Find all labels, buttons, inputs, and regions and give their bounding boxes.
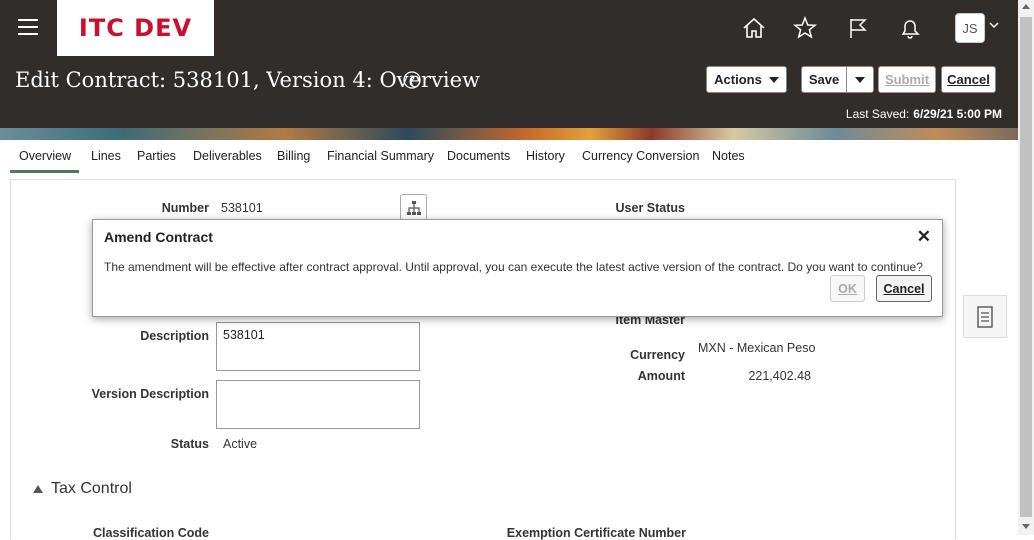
help-icon[interactable]: ? (403, 71, 421, 89)
app-header: ITC DEV JS Edit Contract: 538101, Versio… (0, 0, 1018, 128)
status-value: Active (223, 437, 258, 451)
hierarchy-button[interactable] (400, 194, 427, 221)
menu-hamburger-icon[interactable] (18, 19, 38, 37)
amount-label: Amount (637, 369, 685, 383)
tab-history[interactable]: History (526, 149, 565, 163)
dialog-cancel-button[interactable]: Cancel (876, 275, 932, 302)
tab-financial-summary[interactable]: Financial Summary (327, 149, 434, 163)
ok-label: OK (838, 281, 857, 296)
actions-label: Actions (714, 72, 762, 87)
logo-text: ITC DEV (78, 14, 193, 42)
caret-down-icon (855, 76, 865, 83)
status-label: Status (170, 437, 209, 451)
currency-value: MXN - Mexican Peso (698, 341, 816, 355)
favorites-star-icon[interactable] (792, 15, 818, 41)
currency-label: Currency (630, 348, 685, 362)
decorative-banner (0, 128, 1018, 140)
vertical-scrollbar[interactable] (1018, 0, 1034, 535)
tax-control-section-header[interactable]: Tax Control (33, 480, 132, 498)
tab-documents[interactable]: Documents (447, 149, 510, 163)
tab-overview[interactable]: Overview (10, 149, 80, 173)
cancel-label: Cancel (947, 72, 990, 87)
ok-button[interactable]: OK (830, 275, 865, 302)
side-panel-toggle[interactable] (963, 295, 1007, 338)
user-initials: JS (962, 20, 978, 36)
version-description-field[interactable] (216, 380, 420, 429)
dialog-title: Amend Contract (104, 229, 213, 245)
amount-value: 221,402.48 (748, 369, 811, 383)
number-label: Number (161, 201, 209, 215)
save-options-button[interactable] (846, 66, 874, 93)
last-saved: Last Saved: 6/29/21 5:00 PM (846, 107, 1002, 121)
last-saved-value: 6/29/21 5:00 PM (913, 107, 1002, 121)
caret-down-icon (768, 76, 779, 83)
description-label: Description (140, 329, 209, 343)
cancel-button[interactable]: Cancel (941, 66, 996, 93)
collapse-triangle-icon (33, 484, 43, 493)
scroll-down-icon[interactable] (1022, 524, 1030, 529)
version-description-label: Version Description (91, 387, 209, 401)
close-icon[interactable]: ✕ (917, 227, 931, 247)
user-status-label: User Status (615, 201, 685, 215)
exemption-certificate-label: Exemption Certificate Number (506, 526, 686, 540)
save-label: Save (808, 72, 840, 87)
actions-menu-button[interactable]: Actions (706, 66, 787, 93)
number-value: 538101 (221, 201, 263, 215)
save-button[interactable]: Save (801, 66, 847, 93)
logo[interactable]: ITC DEV (57, 0, 214, 56)
home-icon[interactable] (741, 15, 767, 41)
last-saved-label: Last Saved: (845, 107, 910, 121)
svg-text:?: ? (409, 74, 415, 88)
description-value: 538101 (223, 328, 265, 342)
flag-icon[interactable] (845, 15, 871, 41)
scroll-up-icon[interactable] (1022, 4, 1030, 9)
chevron-down-icon[interactable] (988, 19, 1000, 31)
tab-billing[interactable]: Billing (277, 149, 310, 163)
amend-contract-dialog: Amend Contract ✕ The amendment will be e… (92, 219, 943, 317)
tab-lines[interactable]: Lines (91, 149, 121, 163)
tab-deliverables[interactable]: Deliverables (193, 149, 262, 163)
tab-parties[interactable]: Parties (137, 149, 176, 163)
classification-code-label: Classification Code (93, 526, 209, 540)
tab-currency-conversion[interactable]: Currency Conversion (582, 149, 699, 163)
user-avatar[interactable]: JS (955, 13, 985, 43)
description-field[interactable]: 538101 (216, 322, 420, 371)
submit-button[interactable]: Submit (878, 66, 936, 93)
dialog-cancel-label: Cancel (883, 281, 925, 296)
scroll-thumb[interactable] (1020, 17, 1032, 517)
hierarchy-icon (406, 200, 421, 215)
submit-label: Submit (884, 72, 930, 87)
document-icon (977, 305, 993, 328)
notifications-bell-icon[interactable] (897, 15, 923, 41)
dialog-message: The amendment will be effective after co… (104, 260, 923, 274)
tab-notes[interactable]: Notes (712, 149, 745, 163)
tax-control-title: Tax Control (51, 480, 132, 497)
